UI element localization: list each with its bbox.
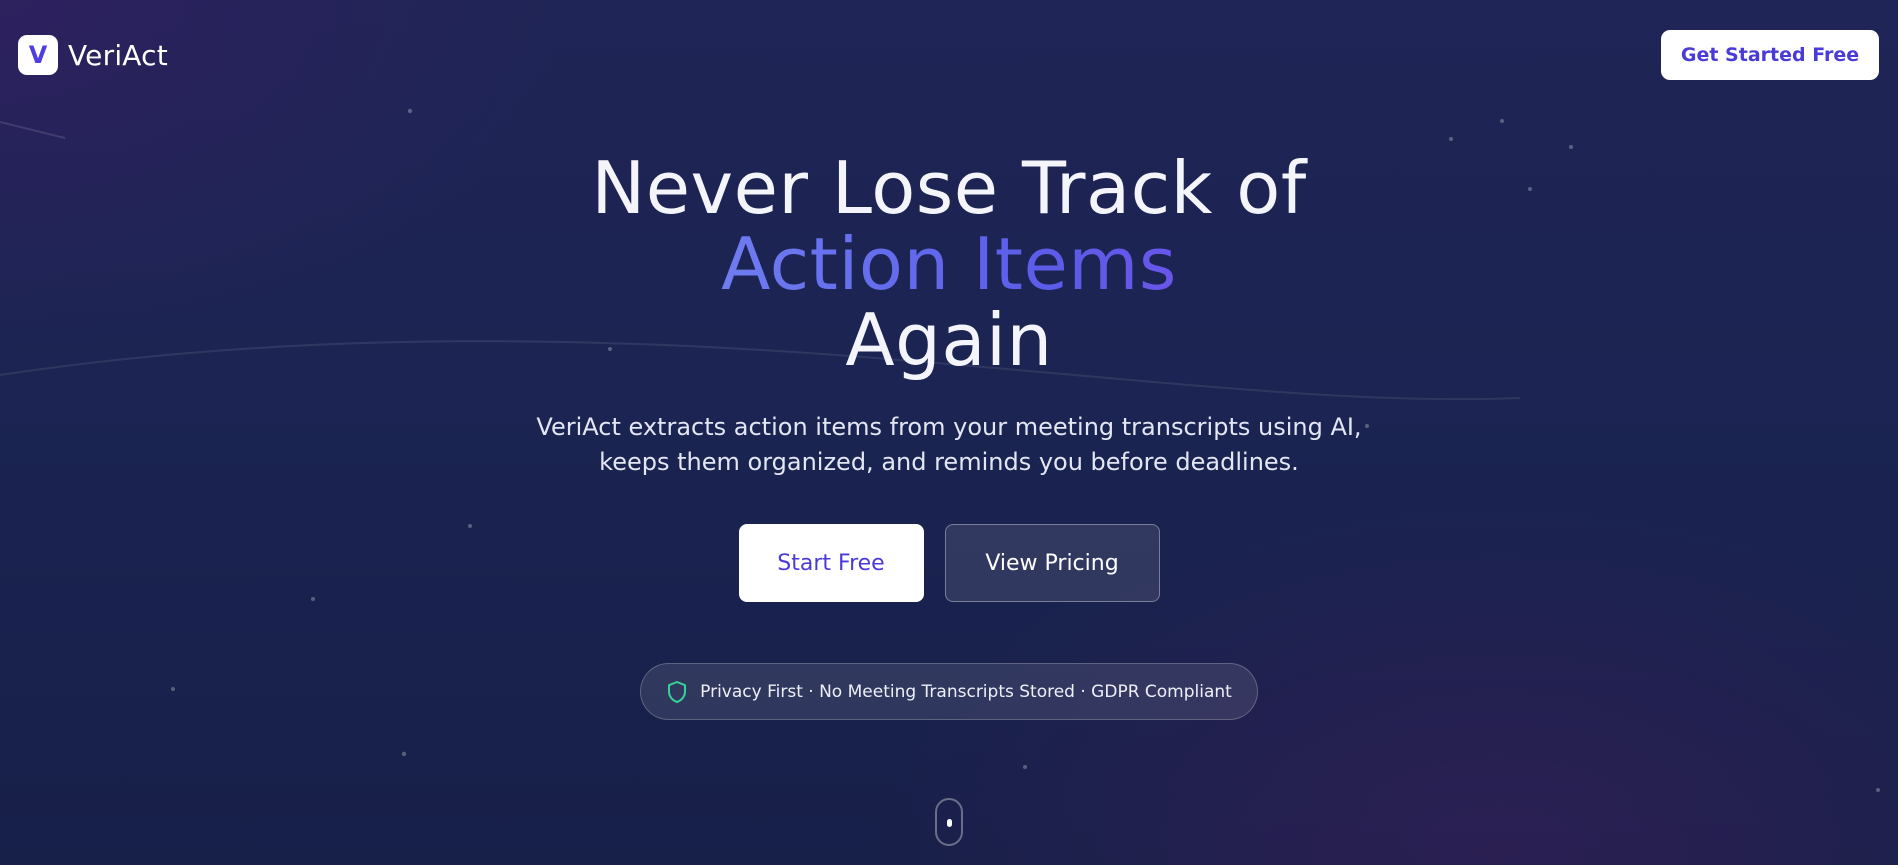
view-pricing-button[interactable]: View Pricing bbox=[944, 524, 1160, 602]
logo[interactable]: V VeriAct bbox=[18, 35, 168, 75]
brand-name: VeriAct bbox=[68, 38, 168, 72]
background-star bbox=[1569, 145, 1573, 149]
background-wave-line bbox=[0, 121, 66, 139]
hero-title-line-3: Again bbox=[845, 298, 1053, 382]
privacy-badge: Privacy First · No Meeting Transcripts S… bbox=[640, 663, 1258, 720]
hero-title-line-1: Never Lose Track of bbox=[591, 146, 1307, 230]
hero-title: Never Lose Track of Action Items Again bbox=[0, 150, 1898, 378]
logo-mark: V bbox=[18, 35, 58, 75]
shield-icon bbox=[666, 680, 688, 704]
hero-subtitle-line-1: VeriAct extracts action items from your … bbox=[536, 413, 1362, 441]
background-star bbox=[1449, 137, 1453, 141]
start-free-button[interactable]: Start Free bbox=[738, 524, 924, 602]
privacy-badge-text: Privacy First · No Meeting Transcripts S… bbox=[700, 681, 1232, 702]
hero-section: Never Lose Track of Action Items Again V… bbox=[0, 150, 1898, 720]
get-started-button[interactable]: Get Started Free bbox=[1661, 30, 1879, 80]
hero-cta-row: Start Free View Pricing bbox=[0, 524, 1898, 602]
hero-title-highlight: Action Items bbox=[0, 226, 1898, 302]
background-star bbox=[401, 751, 407, 757]
mouse-scroll-icon[interactable] bbox=[935, 798, 963, 846]
background-star bbox=[1500, 119, 1504, 123]
background-star bbox=[407, 108, 413, 114]
hero-subtitle-line-2: keeps them organized, and reminds you be… bbox=[599, 448, 1299, 476]
hero-subtitle: VeriAct extracts action items from your … bbox=[509, 410, 1389, 480]
background-star bbox=[1023, 765, 1027, 769]
background-star bbox=[1876, 788, 1880, 792]
scroll-dot bbox=[947, 819, 952, 827]
